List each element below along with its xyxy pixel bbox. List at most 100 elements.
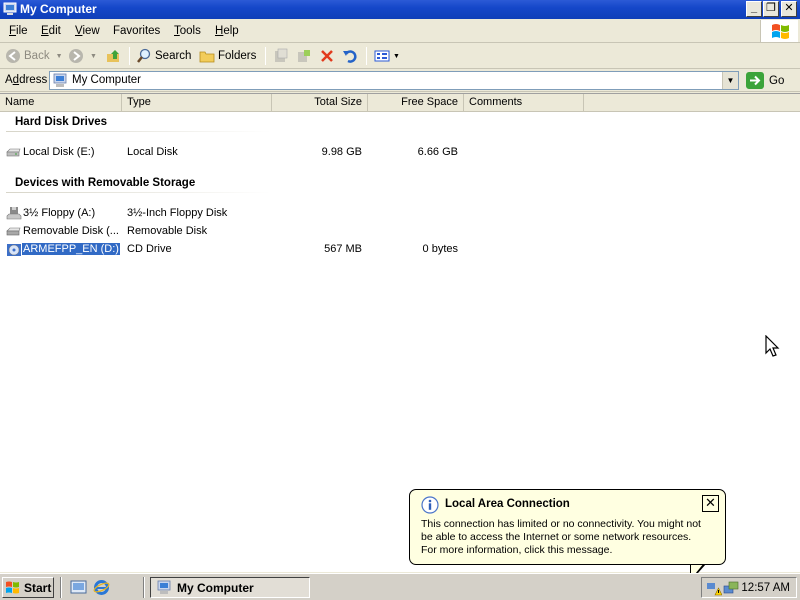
standard-toolbar: Back ▼ ▼ Search Folders ▼ — [0, 44, 800, 69]
item-type: Local Disk — [127, 146, 178, 158]
folder-up-icon — [107, 50, 119, 62]
info-icon — [421, 496, 439, 514]
item-name: Local Disk (E:) — [23, 146, 95, 158]
menu-view[interactable]: View — [75, 25, 100, 37]
show-desktop-icon[interactable] — [70, 579, 87, 596]
minimize-button[interactable]: _ — [746, 1, 762, 17]
menu-edit-key: E — [41, 25, 49, 37]
floppy-drive-icon — [6, 207, 22, 220]
toolbar-separator — [129, 47, 130, 65]
address-input[interactable]: My Computer ▼ — [49, 71, 739, 90]
undo-button[interactable] — [342, 47, 361, 65]
notification-balloon[interactable]: Local Area Connection ✕ This connection … — [409, 489, 726, 565]
forward-dropdown-icon[interactable]: ▼ — [90, 53, 97, 60]
balloon-close-button[interactable]: ✕ — [702, 495, 719, 512]
address-label: Address — [5, 74, 47, 86]
list-item-selected[interactable]: ARMEFPP_EN (D:) CD Drive 567 MB 0 bytes — [0, 241, 800, 258]
folders-button[interactable]: Folders — [199, 47, 256, 65]
menu-edit[interactable]: Edit — [41, 25, 61, 37]
start-button[interactable]: Start — [2, 577, 54, 598]
column-header-comments[interactable]: Comments — [464, 94, 584, 112]
go-button[interactable]: Go — [746, 72, 784, 89]
search-icon — [137, 48, 151, 63]
menu-favorites[interactable]: Favorites — [113, 25, 160, 37]
item-name: ARMEFPP_EN (D:) — [21, 242, 121, 256]
internet-explorer-icon[interactable] — [93, 579, 110, 596]
network-connection-icon[interactable] — [723, 580, 739, 596]
menu-help[interactable]: Help — [215, 25, 239, 37]
my-computer-icon — [157, 580, 171, 594]
menu-tools-rest: ools — [179, 25, 201, 37]
copy-to-button[interactable] — [296, 47, 315, 65]
column-header-free-space[interactable]: Free Space — [368, 94, 464, 112]
item-name: Removable Disk (... — [23, 225, 119, 237]
column-header-filler — [584, 94, 800, 112]
toolbar-separator — [265, 47, 266, 65]
list-item[interactable]: Local Disk (E:) Local Disk 9.98 GB 6.66 … — [0, 144, 800, 161]
item-total-size: 567 MB — [324, 243, 362, 255]
item-name: 3½ Floppy (A:) — [23, 207, 96, 219]
title-bar[interactable]: My Computer _ ❐ ✕ — [0, 0, 800, 19]
address-dropdown-button[interactable]: ▼ — [722, 72, 738, 89]
address-bar: Address My Computer ▼ Go — [0, 70, 800, 92]
list-item[interactable]: Removable Disk (... Removable Disk — [0, 223, 800, 240]
views-button[interactable]: ▼ — [374, 47, 400, 65]
balloon-message-line: For more information, click this message… — [421, 544, 613, 556]
go-label: Go — [769, 74, 785, 87]
delete-button[interactable] — [319, 47, 338, 65]
windows-flag-icon — [772, 24, 789, 39]
clock[interactable]: 12:57 AM — [741, 582, 790, 594]
removable-disk-icon — [6, 227, 21, 236]
cd-drive-icon — [7, 244, 21, 256]
back-arrow-icon — [6, 49, 20, 63]
my-computer-icon — [53, 73, 67, 87]
menu-help-rest: elp — [223, 25, 239, 37]
my-computer-icon — [3, 2, 17, 15]
column-header-type[interactable]: Type — [122, 94, 272, 112]
window-title: My Computer — [20, 2, 97, 16]
item-free-space: 6.66 GB — [417, 146, 458, 158]
address-label-post: dress — [19, 74, 48, 86]
back-button[interactable]: Back ▼ — [5, 47, 63, 65]
menu-edit-rest: dit — [48, 25, 61, 37]
column-header-name[interactable]: Name — [0, 94, 122, 112]
restore-button[interactable]: ❐ — [763, 1, 779, 17]
views-dropdown-icon[interactable]: ▼ — [393, 53, 400, 60]
item-type: Removable Disk — [127, 225, 208, 237]
windows-logo — [760, 20, 798, 42]
move-to-button[interactable] — [273, 47, 292, 65]
close-button[interactable]: ✕ — [781, 1, 797, 17]
balloon-message[interactable]: This connection has limited or no connec… — [421, 518, 721, 557]
taskbar-separator — [60, 577, 62, 598]
windows-flag-icon — [6, 581, 19, 593]
group-header[interactable]: Devices with Removable Storage — [15, 177, 195, 189]
balloon-message-line: This connection has limited or no connec… — [421, 518, 701, 530]
list-item[interactable]: 3½ Floppy (A:) 3½-Inch Floppy Disk — [0, 205, 800, 222]
search-button[interactable]: Search — [136, 47, 191, 65]
menu-tools[interactable]: Tools — [174, 25, 201, 37]
toolbar-separator — [366, 47, 367, 65]
delete-x-icon — [321, 50, 333, 62]
back-dropdown-icon[interactable]: ▼ — [56, 53, 63, 60]
views-icon — [374, 50, 390, 62]
start-label: Start — [24, 580, 52, 595]
column-header-total-size[interactable]: Total Size — [272, 94, 368, 112]
menu-file[interactable]: File — [9, 25, 28, 37]
menu-favorites-key: F — [113, 25, 121, 37]
up-button[interactable] — [106, 47, 125, 65]
taskbar-button-my-computer[interactable]: My Computer — [150, 577, 310, 598]
group-divider — [6, 192, 271, 193]
item-free-space: 0 bytes — [422, 243, 458, 255]
folders-icon — [199, 51, 215, 63]
forward-button[interactable]: ▼ — [68, 47, 97, 65]
forward-arrow-icon — [69, 49, 83, 63]
menu-file-rest: ile — [16, 25, 28, 37]
folders-label: Folders — [218, 50, 257, 62]
menu-bar: File Edit View Favorites Tools Help — [0, 19, 800, 43]
group-header[interactable]: Hard Disk Drives — [15, 116, 107, 128]
mouse-cursor-icon — [765, 335, 780, 357]
search-label: Search — [155, 50, 192, 62]
item-type: CD Drive — [127, 243, 172, 255]
network-warning-icon[interactable] — [706, 580, 722, 596]
taskbar: Start My Computer 12:57 AM — [0, 573, 800, 600]
